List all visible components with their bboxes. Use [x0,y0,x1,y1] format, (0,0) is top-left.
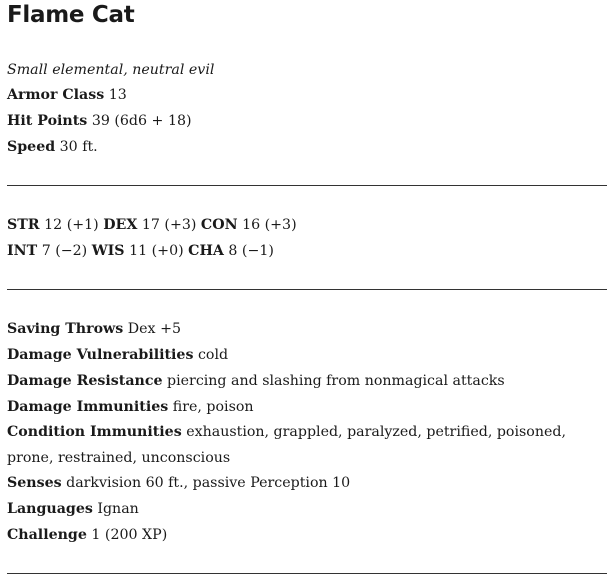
cha-label: CHA [188,243,224,259]
int-value: 7 (−2) [41,243,88,259]
divider [7,289,607,290]
condition-immunities-label: Condition Immunities [7,424,182,440]
damage-vulnerabilities-value: cold [197,347,229,363]
wis-label: WIS [91,243,125,259]
armor-class-value: 13 [108,87,127,103]
armor-class-label: Armor Class [7,87,105,103]
dex-label: DEX [103,217,138,233]
challenge-label: Challenge [7,527,87,543]
str-value: 12 (+1) [44,217,99,233]
con-value: 16 (+3) [242,217,297,233]
speed-row: Speed 30 ft. [7,134,98,160]
divider [7,573,607,574]
creature-name: Flame Cat [7,2,135,28]
ability-row-1: STR 12 (+1) DEX 17 (+3) CON 16 (+3) [7,212,297,238]
speed-value: 30 ft. [59,139,98,155]
hit-points-row: Hit Points 39 (6d6 + 18) [7,108,192,134]
wis-value: 11 (+0) [129,243,184,259]
damage-resistance-value: piercing and slashing from nonmagical at… [167,373,505,389]
divider [7,185,607,186]
senses-label: Senses [7,475,62,491]
senses-row: Senses darkvision 60 ft., passive Percep… [7,470,350,496]
hit-points-value: 39 (6d6 + 18) [91,113,192,129]
challenge-row: Challenge 1 (200 XP) [7,522,167,548]
int-label: INT [7,243,38,259]
con-label: CON [200,217,238,233]
armor-class-row: Armor Class 13 [7,82,127,108]
dex-value: 17 (+3) [141,217,197,233]
saving-throws-row: Saving Throws Dex +5 [7,316,181,342]
saving-throws-value: Dex +5 [127,321,181,337]
senses-value: darkvision 60 ft., passive Perception 10 [66,475,351,491]
damage-vulnerabilities-label: Damage Vulnerabilities [7,347,194,363]
str-label: STR [7,217,40,233]
damage-vulnerabilities-row: Damage Vulnerabilities cold [7,342,228,368]
condition-immunities-row: Condition Immunities exhaustion, grapple… [7,419,607,471]
hit-points-label: Hit Points [7,113,88,129]
challenge-value: 1 (200 XP) [91,527,168,543]
languages-label: Languages [7,501,93,517]
saving-throws-label: Saving Throws [7,321,124,337]
languages-row: Languages Ignan [7,496,139,522]
ability-row-2: INT 7 (−2) WIS 11 (+0) CHA 8 (−1) [7,238,274,264]
damage-immunities-label: Damage Immunities [7,399,169,415]
languages-value: Ignan [97,501,139,517]
creature-meta: Small elemental, neutral evil [7,62,215,78]
damage-immunities-value: fire, poison [172,399,254,415]
damage-resistance-row: Damage Resistance piercing and slashing … [7,368,505,394]
cha-value: 8 (−1) [228,243,274,259]
speed-label: Speed [7,139,56,155]
damage-immunities-row: Damage Immunities fire, poison [7,394,254,420]
damage-resistance-label: Damage Resistance [7,373,163,389]
